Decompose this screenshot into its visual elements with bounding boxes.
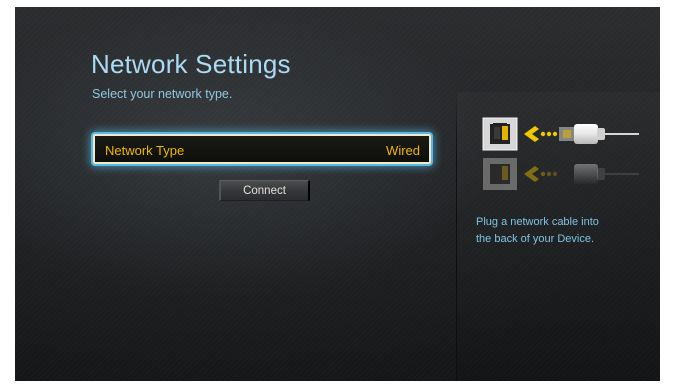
page-title: Network Settings [91, 49, 291, 79]
help-text-line-2: the back of your Device. [476, 233, 595, 245]
help-text-line-1: Plug a network cable into [476, 216, 599, 228]
connect-button[interactable]: Connect [219, 180, 310, 201]
page-subtitle: Select your network type. [92, 87, 233, 101]
network-type-label: Network Type [105, 143, 185, 158]
network-type-row[interactable]: Network Type Wired [93, 134, 431, 164]
help-text: Plug a network cable into the back of yo… [476, 214, 646, 248]
network-type-value: Wired [386, 143, 420, 158]
ethernet-cable-icon [482, 117, 639, 190]
panel-divider [456, 92, 457, 381]
tv-screen: Network Settings Select your network typ… [15, 7, 660, 381]
